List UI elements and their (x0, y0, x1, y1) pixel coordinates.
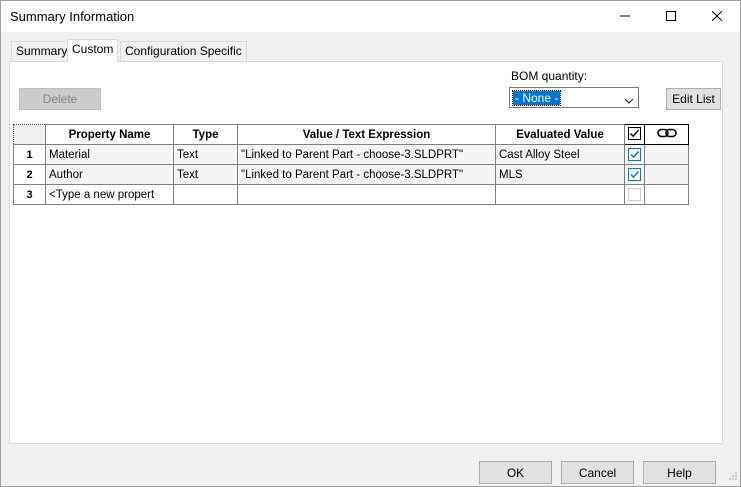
link-checkbox-disabled (628, 188, 641, 201)
resize-grip-icon[interactable] (728, 470, 738, 484)
table-row[interactable]: 1 Material Text "Linked to Parent Part -… (13, 144, 689, 165)
column-header-value[interactable]: Value / Text Expression (237, 124, 496, 145)
property-name-cell[interactable]: Author (45, 164, 174, 185)
row-number[interactable]: 1 (13, 144, 46, 165)
tab-custom[interactable]: Custom (67, 39, 119, 62)
evaluated-value-cell: MLS (495, 164, 625, 185)
link-checkbox[interactable] (628, 168, 641, 181)
empty-cell (644, 184, 689, 205)
bom-quantity-label: BOM quantity: (511, 69, 588, 83)
column-header-link[interactable] (644, 124, 689, 145)
column-header-type[interactable]: Type (173, 124, 238, 145)
row-number[interactable]: 3 (13, 184, 46, 205)
column-header-evaluated-value[interactable]: Evaluated Value (495, 124, 625, 145)
title-bar[interactable]: Summary Information (1, 1, 740, 32)
minimize-icon (620, 10, 630, 24)
new-property-row[interactable]: 3 <Type a new propert (13, 184, 689, 205)
row-number[interactable]: 2 (13, 164, 46, 185)
help-button[interactable]: Help (643, 461, 716, 484)
type-cell[interactable]: Text (173, 144, 238, 165)
table-header-row: Property Name Type Value / Text Expressi… (13, 124, 689, 145)
link-checkbox-cell (624, 184, 645, 205)
bom-quantity-select[interactable]: - None - (509, 87, 639, 108)
chevron-down-icon (624, 94, 634, 108)
link-checkbox-cell[interactable] (624, 164, 645, 185)
evaluated-value-cell: Cast Alloy Steel (495, 144, 625, 165)
checkbox-header-icon (628, 126, 641, 143)
link-icon (656, 128, 677, 142)
summary-information-dialog: Summary Information Summary Custom Confi… (0, 0, 741, 487)
close-icon (711, 10, 723, 24)
maximize-button[interactable] (648, 1, 694, 32)
close-button[interactable] (694, 1, 740, 32)
empty-cell (644, 144, 689, 165)
tab-configuration-specific[interactable]: Configuration Specific (120, 41, 247, 61)
tab-summary[interactable]: Summary (11, 41, 73, 61)
link-checkbox[interactable] (628, 148, 641, 161)
value-cell[interactable] (237, 184, 496, 205)
type-cell[interactable] (173, 184, 238, 205)
custom-properties-panel (9, 61, 723, 444)
custom-properties-table: Property Name Type Value / Text Expressi… (13, 124, 689, 205)
minimize-button[interactable] (602, 1, 648, 32)
ok-button[interactable]: OK (479, 461, 552, 484)
value-cell[interactable]: "Linked to Parent Part - choose-3.SLDPRT… (237, 144, 496, 165)
delete-button[interactable]: Delete (19, 88, 101, 110)
window-title: Summary Information (10, 9, 135, 24)
value-cell[interactable]: "Linked to Parent Part - choose-3.SLDPRT… (237, 164, 496, 185)
table-row[interactable]: 2 Author Text "Linked to Parent Part - c… (13, 164, 689, 185)
evaluated-value-cell (495, 184, 625, 205)
type-cell[interactable]: Text (173, 164, 238, 185)
cancel-button[interactable]: Cancel (561, 461, 634, 484)
column-header-property-name[interactable]: Property Name (45, 124, 174, 145)
edit-list-button[interactable]: Edit List (666, 88, 721, 110)
select-all-cell[interactable] (13, 124, 46, 145)
empty-cell (644, 164, 689, 185)
maximize-icon (666, 10, 676, 24)
bom-quantity-value: - None - (511, 90, 562, 106)
new-property-name-cell[interactable]: <Type a new propert (45, 184, 174, 205)
column-header-checkbox[interactable] (624, 124, 645, 145)
link-checkbox-cell[interactable] (624, 144, 645, 165)
property-name-cell[interactable]: Material (45, 144, 174, 165)
